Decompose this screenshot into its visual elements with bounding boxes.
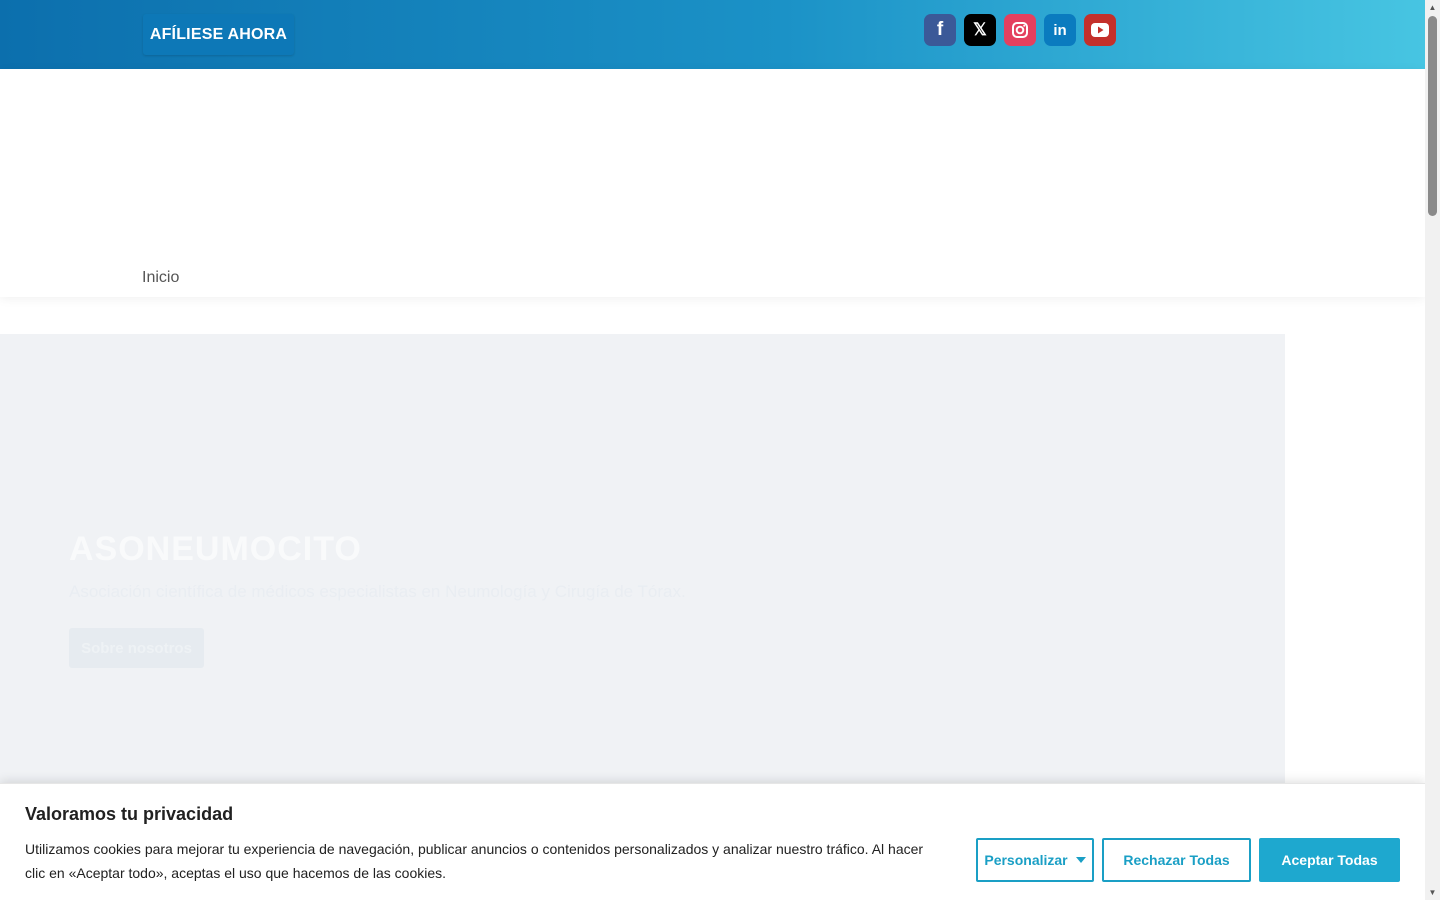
site-header: Inicio — [0, 69, 1425, 297]
scroll-down-icon[interactable]: ▼ — [1428, 888, 1437, 897]
accept-all-button[interactable]: Aceptar Todas — [1259, 838, 1400, 882]
join-now-button[interactable]: AFÍLIESE AHORA — [143, 14, 294, 55]
customize-label: Personalizar — [984, 852, 1068, 868]
facebook-icon[interactable]: f — [924, 14, 956, 46]
scroll-up-icon[interactable]: ▲ — [1428, 3, 1437, 12]
about-us-button[interactable]: Sobre nosotros — [69, 628, 204, 668]
linkedin-icon[interactable]: in — [1044, 14, 1076, 46]
cookie-banner: Valoramos tu privacidad Utilizamos cooki… — [0, 783, 1425, 900]
scroll-thumb[interactable] — [1428, 16, 1437, 216]
hero-section: ASONEUMOCITO Asociación científica de mé… — [0, 334, 1285, 794]
reject-all-button[interactable]: Rechazar Todas — [1102, 838, 1251, 882]
nav-item-inicio[interactable]: Inicio — [142, 269, 179, 287]
hero-subtitle: Asociación científica de médicos especia… — [69, 582, 686, 601]
cookie-text: Utilizamos cookies para mejorar tu exper… — [25, 841, 924, 881]
social-links: f 𝕏 in — [924, 14, 1116, 46]
scrollbar[interactable]: ▲ ▼ — [1425, 0, 1440, 900]
caret-down-icon — [1075, 857, 1086, 863]
hero-title: ASONEUMOCITO — [69, 530, 362, 568]
customize-button[interactable]: Personalizar — [976, 838, 1094, 882]
youtube-icon[interactable] — [1084, 14, 1116, 46]
instagram-icon[interactable] — [1004, 14, 1036, 46]
x-icon[interactable]: 𝕏 — [964, 14, 996, 46]
top-bar: AFÍLIESE AHORA f 𝕏 in — [0, 0, 1425, 69]
cookie-title: Valoramos tu privacidad — [25, 804, 234, 824]
